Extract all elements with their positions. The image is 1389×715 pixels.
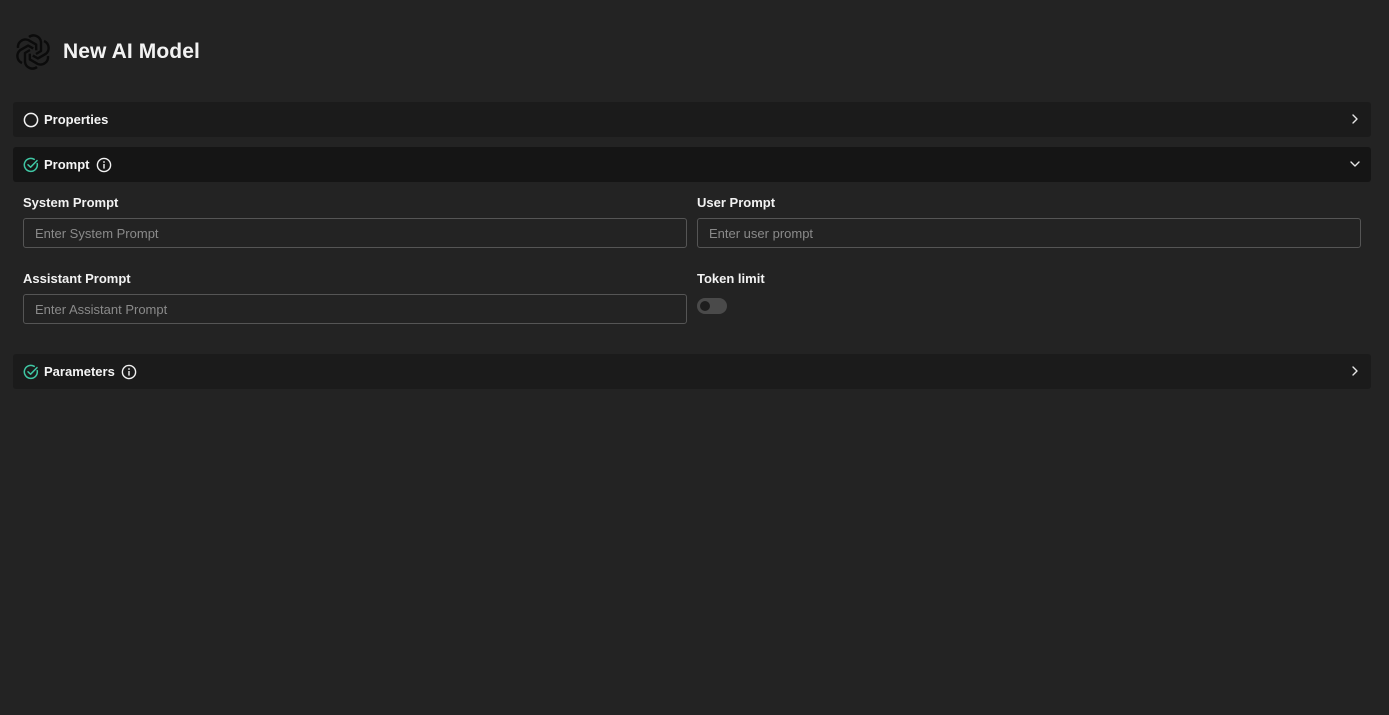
system-prompt-label: System Prompt	[23, 195, 119, 210]
token-limit-toggle[interactable]	[697, 298, 727, 314]
openai-knot-icon	[16, 34, 50, 70]
info-icon[interactable]	[96, 157, 112, 173]
section-header-properties[interactable]: Properties	[13, 102, 1371, 137]
token-limit-label: Token limit	[697, 271, 765, 286]
check-circle-icon	[23, 157, 39, 172]
header: New AI Model	[13, 32, 200, 72]
info-icon[interactable]	[121, 364, 137, 380]
section-header-prompt[interactable]: Prompt	[13, 147, 1371, 182]
user-prompt-label: User Prompt	[697, 195, 776, 210]
chevron-right-icon	[1352, 366, 1358, 376]
section-title-parameters: Parameters	[44, 364, 115, 379]
toggle-knob	[700, 301, 710, 311]
assistant-prompt-label: Assistant Prompt	[23, 271, 131, 286]
check-circle-icon	[23, 364, 39, 379]
section-title-prompt: Prompt	[44, 157, 90, 172]
user-prompt-input[interactable]	[697, 218, 1361, 248]
chevron-right-icon	[1352, 114, 1358, 124]
assistant-prompt-input[interactable]	[23, 294, 687, 324]
chevron-down-icon	[1350, 161, 1360, 167]
section-title-properties: Properties	[44, 112, 109, 127]
system-prompt-input[interactable]	[23, 218, 687, 248]
section-header-parameters[interactable]: Parameters	[13, 354, 1371, 389]
empty-circle-icon	[23, 112, 39, 127]
page: New AI Model Properties Prompt System Pr…	[0, 0, 1389, 715]
page-title: New AI Model	[63, 40, 200, 63]
